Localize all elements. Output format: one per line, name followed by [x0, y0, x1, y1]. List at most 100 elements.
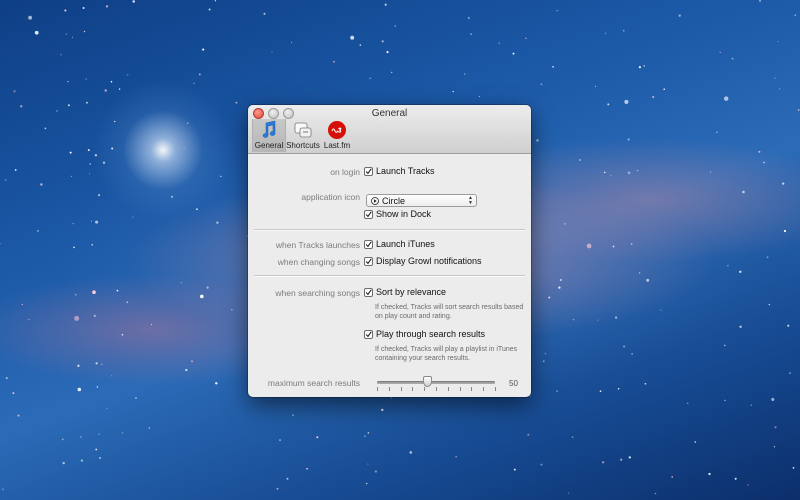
- star: [86, 101, 88, 104]
- star: [92, 290, 96, 295]
- launch-itunes-label: Launch iTunes: [376, 239, 435, 249]
- star: [638, 272, 641, 274]
- star: [96, 386, 99, 388]
- star: [558, 286, 561, 289]
- star: [556, 10, 558, 12]
- checkmark-icon: [365, 210, 372, 217]
- star: [72, 223, 74, 225]
- growl-notifications-option[interactable]: Display Growl notifications: [364, 256, 482, 266]
- lastfm-icon: [328, 121, 346, 139]
- launch-tracks-option[interactable]: Launch Tracks: [364, 166, 435, 176]
- growl-notifications-checkbox[interactable]: [364, 256, 373, 266]
- star: [540, 83, 543, 86]
- launch-tracks-checkbox[interactable]: [364, 166, 373, 176]
- star: [367, 463, 369, 465]
- application-icon-value: Circle: [382, 195, 406, 206]
- separator: [254, 275, 525, 277]
- tab-general-label: General: [254, 141, 284, 150]
- star: [771, 397, 775, 401]
- when-searching-songs-label: when searching songs: [275, 288, 360, 298]
- window-title: General: [371, 108, 408, 119]
- tab-shortcuts[interactable]: Shortcuts: [286, 119, 320, 152]
- star: [724, 399, 726, 402]
- star: [513, 468, 516, 471]
- max-results-slider[interactable]: [377, 381, 495, 384]
- star: [605, 32, 607, 34]
- slider-tick: [459, 387, 461, 391]
- star: [758, 150, 761, 153]
- star: [132, 216, 134, 218]
- star: [617, 387, 620, 390]
- star: [747, 484, 749, 486]
- star: [719, 51, 721, 54]
- star: [98, 194, 101, 197]
- star: [187, 122, 189, 124]
- launch-itunes-option[interactable]: Launch iTunes: [364, 239, 435, 249]
- sort-by-relevance-checkbox[interactable]: [364, 287, 373, 297]
- star: [612, 245, 615, 248]
- star: [734, 477, 737, 480]
- star: [70, 175, 73, 177]
- star: [95, 220, 99, 224]
- star: [498, 42, 500, 44]
- tab-lastfm[interactable]: Last.fm: [320, 119, 354, 152]
- star: [708, 472, 711, 476]
- star: [464, 73, 466, 75]
- star: [779, 88, 781, 90]
- star: [607, 103, 610, 106]
- preferences-tabs: General Shortcuts Last.fm: [252, 119, 354, 152]
- star: [80, 459, 83, 462]
- star: [579, 159, 581, 161]
- star: [724, 344, 726, 347]
- star: [652, 95, 655, 99]
- star: [768, 303, 771, 306]
- star: [548, 296, 551, 299]
- star: [620, 458, 623, 461]
- tab-general[interactable]: General: [252, 119, 286, 152]
- play-through-option[interactable]: Play through search results: [364, 329, 485, 339]
- star: [365, 482, 368, 485]
- star: [452, 90, 454, 93]
- checkmark-icon: [365, 257, 372, 264]
- star: [263, 12, 266, 15]
- star: [185, 368, 188, 372]
- show-in-dock-checkbox[interactable]: [364, 209, 373, 219]
- star: [544, 352, 546, 355]
- star: [106, 407, 108, 409]
- star: [731, 57, 734, 60]
- star: [279, 439, 281, 441]
- star: [631, 352, 634, 355]
- star: [364, 435, 366, 438]
- star: [359, 44, 362, 46]
- star: [208, 8, 211, 11]
- max-results-slider-knob[interactable]: [423, 376, 433, 387]
- show-in-dock-option[interactable]: Show in Dock: [364, 209, 431, 219]
- star: [478, 95, 480, 97]
- slider-tick: [424, 387, 426, 391]
- slider-tick: [436, 387, 437, 391]
- star: [627, 171, 631, 175]
- star: [80, 436, 82, 438]
- window-toolbar: General General Shortcuts Last.fm: [248, 105, 531, 154]
- star: [384, 3, 387, 6]
- star: [597, 319, 599, 321]
- slider-tick: [400, 387, 402, 391]
- growl-notifications-label: Display Growl notifications: [376, 256, 482, 266]
- play-through-checkbox[interactable]: [364, 329, 373, 339]
- star: [198, 73, 201, 76]
- star: [73, 246, 75, 249]
- launch-itunes-checkbox[interactable]: [364, 239, 373, 249]
- star: [291, 41, 293, 43]
- checkmark-icon: [365, 330, 372, 337]
- star: [599, 390, 602, 393]
- star: [646, 278, 650, 282]
- star: [709, 171, 712, 173]
- application-icon-popup[interactable]: Circle ▲ ▼: [366, 194, 477, 207]
- star: [369, 77, 371, 80]
- star: [67, 80, 69, 83]
- sort-by-relevance-option[interactable]: Sort by relevance: [364, 287, 446, 297]
- star: [286, 477, 289, 480]
- star: [687, 402, 689, 404]
- checkmark-icon: [365, 240, 372, 247]
- slider-tick: [447, 387, 449, 391]
